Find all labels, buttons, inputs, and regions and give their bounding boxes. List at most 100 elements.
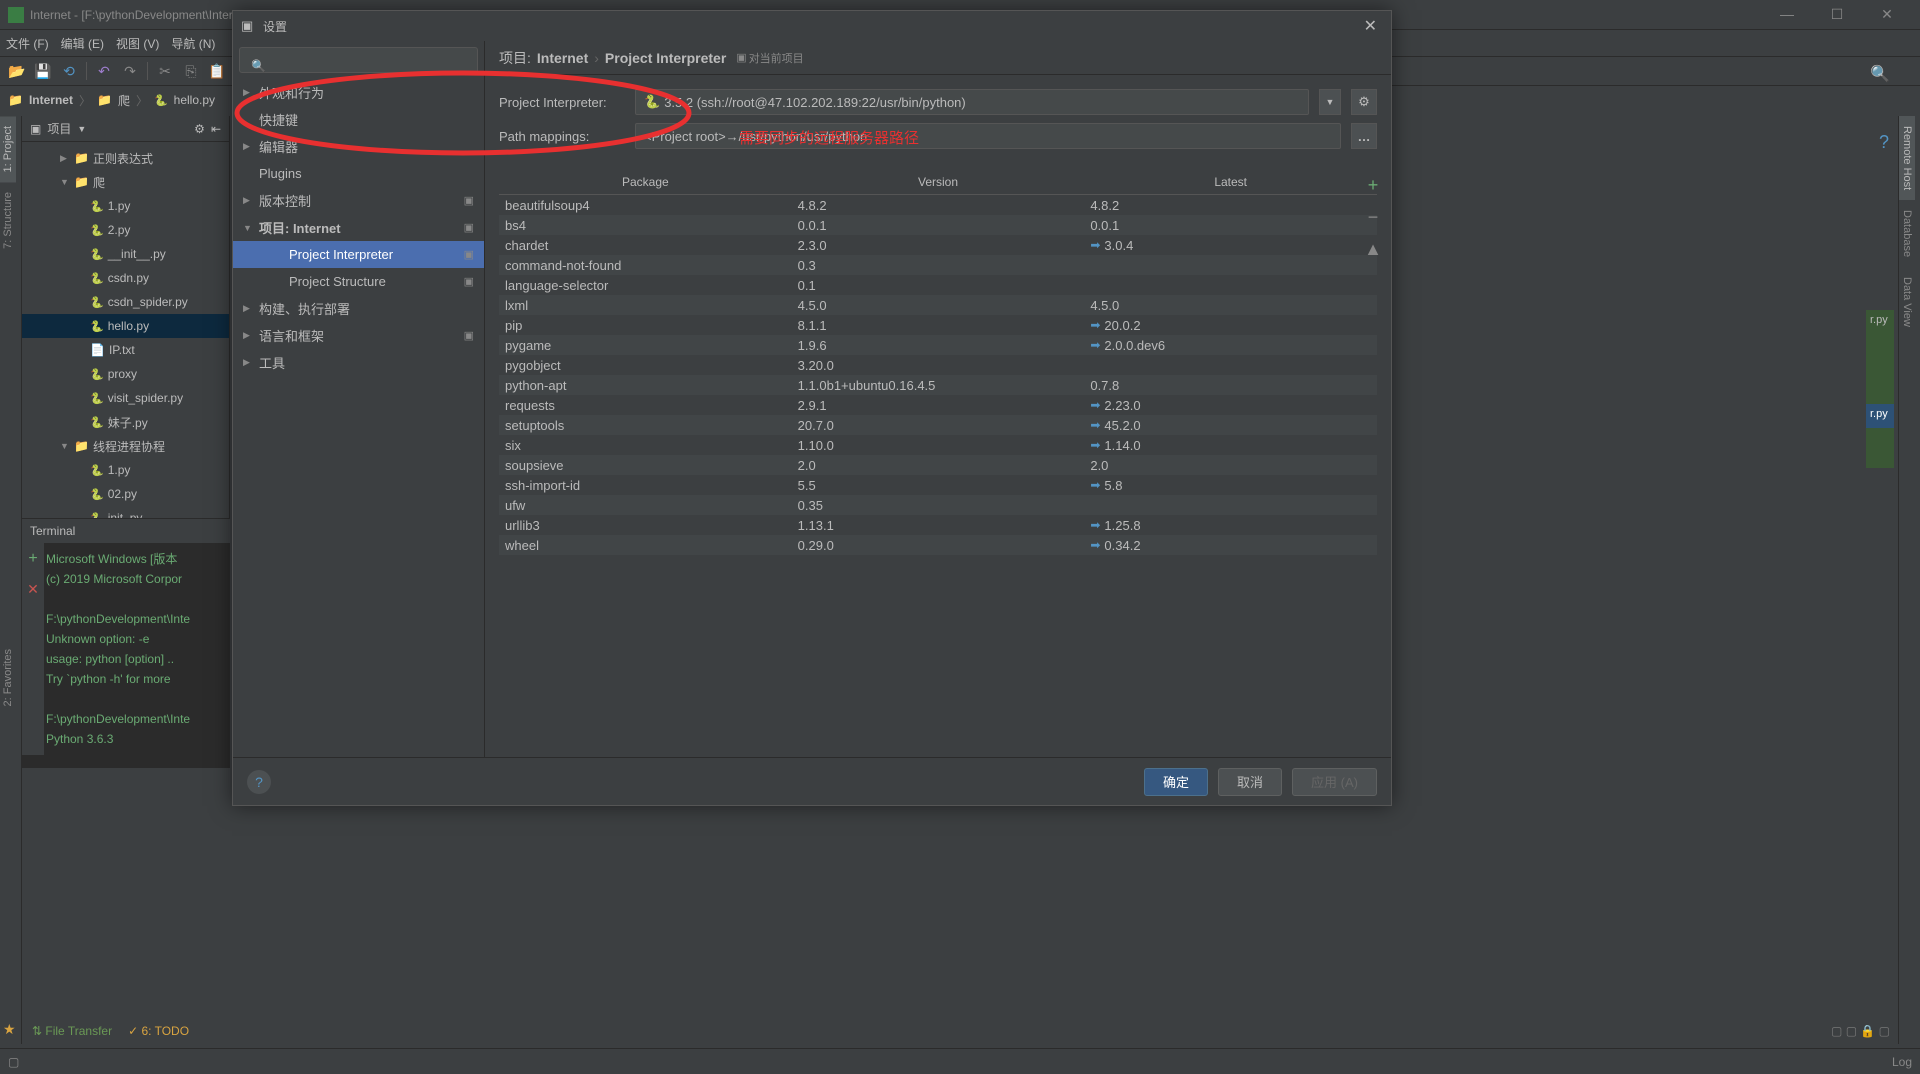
chevron-down-icon[interactable]: ▼: [77, 124, 86, 134]
settings-tree-item[interactable]: 快捷键: [233, 106, 484, 133]
package-row[interactable]: chardet2.3.0➡ 3.0.4: [499, 235, 1377, 255]
gear-icon[interactable]: ⚙: [194, 122, 205, 136]
package-row[interactable]: lxml4.5.04.5.0: [499, 295, 1377, 315]
terminal-body[interactable]: + ✕ Microsoft Windows [版本(c) 2019 Micros…: [22, 543, 230, 755]
tab-favorites[interactable]: 2: Favorites: [0, 639, 16, 716]
tree-node[interactable]: 🐍02.py: [22, 482, 229, 506]
settings-tree-item[interactable]: Plugins: [233, 160, 484, 187]
settings-tree-item[interactable]: Project Structure▣: [233, 268, 484, 295]
settings-tree-item[interactable]: ▶语言和框架▣: [233, 322, 484, 349]
package-row[interactable]: pygobject3.20.0: [499, 355, 1377, 375]
refresh-icon[interactable]: ⟲: [60, 62, 78, 80]
col-version[interactable]: Version: [792, 171, 1085, 195]
package-row[interactable]: bs40.0.10.0.1: [499, 215, 1377, 235]
redo-icon[interactable]: ↷: [121, 62, 139, 80]
package-row[interactable]: urllib31.13.1➡ 1.25.8: [499, 515, 1377, 535]
package-row[interactable]: python-apt1.1.0b1+ubuntu0.16.4.50.7.8: [499, 375, 1377, 395]
file-transfer-button[interactable]: ⇅ File Transfer: [32, 1024, 112, 1038]
tree-node[interactable]: 🐍hello.py: [22, 314, 229, 338]
paste-icon[interactable]: 📋: [208, 62, 226, 80]
settings-search-input[interactable]: [239, 47, 478, 73]
open-icon[interactable]: 📂: [8, 62, 26, 80]
cut-icon[interactable]: ✂: [156, 62, 174, 80]
collapse-icon[interactable]: ⇤: [211, 122, 221, 136]
tab-project[interactable]: 1: Project: [0, 116, 16, 182]
ok-button[interactable]: 确定: [1144, 768, 1208, 796]
remote-file-item[interactable]: r.py: [1866, 310, 1894, 334]
package-row[interactable]: wheel0.29.0➡ 0.34.2: [499, 535, 1377, 555]
menu-navigate[interactable]: 导航 (N): [171, 35, 215, 52]
package-row[interactable]: six1.10.0➡ 1.14.0: [499, 435, 1377, 455]
statusbar-toggle-icon[interactable]: ▢: [8, 1055, 19, 1069]
tab-remote-host[interactable]: Remote Host: [1899, 116, 1915, 200]
settings-tree-item[interactable]: ▼项目: Internet▣: [233, 214, 484, 241]
tree-node[interactable]: 🐍1.py: [22, 458, 229, 482]
copy-icon[interactable]: ⎘: [182, 62, 200, 80]
interpreter-dropdown-arrow[interactable]: ▼: [1319, 89, 1341, 115]
tree-node[interactable]: 🐍proxy: [22, 362, 229, 386]
add-package-button[interactable]: +: [1363, 175, 1383, 195]
remote-help-icon[interactable]: ?: [1870, 116, 1898, 153]
tree-node[interactable]: 🐍__init__.py: [22, 242, 229, 266]
path-mappings-field[interactable]: <Project root>→/usr/python/usr/python: [635, 123, 1341, 149]
tree-node[interactable]: 🐍妹子.py: [22, 410, 229, 434]
settings-tree-item[interactable]: ▶工具: [233, 349, 484, 376]
settings-tree-item[interactable]: ▶编辑器: [233, 133, 484, 160]
minimize-button[interactable]: —: [1772, 6, 1802, 23]
menu-view[interactable]: 视图 (V): [116, 35, 159, 52]
col-package[interactable]: Package: [499, 171, 792, 195]
tab-database[interactable]: Database: [1899, 200, 1915, 267]
menu-edit[interactable]: 编辑 (E): [61, 35, 104, 52]
package-row[interactable]: command-not-found0.3: [499, 255, 1377, 275]
interpreter-settings-gear[interactable]: ⚙: [1351, 89, 1377, 115]
settings-tree-item[interactable]: Project Interpreter▣: [233, 241, 484, 268]
search-icon[interactable]: 🔍: [1870, 64, 1890, 84]
breadcrumb-folder[interactable]: 爬: [118, 92, 130, 109]
package-row[interactable]: requests2.9.1➡ 2.23.0: [499, 395, 1377, 415]
todo-button[interactable]: ✓ 6: TODO: [128, 1024, 189, 1038]
terminal-add-icon[interactable]: +: [28, 549, 37, 569]
upgrade-package-button[interactable]: ▲: [1363, 239, 1383, 259]
tree-node[interactable]: 🐍visit_spider.py: [22, 386, 229, 410]
help-button[interactable]: ?: [247, 770, 271, 794]
cancel-button[interactable]: 取消: [1218, 768, 1282, 796]
tab-structure[interactable]: 7: Structure: [0, 182, 16, 259]
package-row[interactable]: soupsieve2.02.0: [499, 455, 1377, 475]
remove-package-button[interactable]: −: [1363, 207, 1383, 227]
package-row[interactable]: beautifulsoup44.8.24.8.2: [499, 195, 1377, 215]
package-row[interactable]: language-selector0.1: [499, 275, 1377, 295]
col-latest[interactable]: Latest: [1084, 171, 1377, 195]
breadcrumb-file[interactable]: hello.py: [174, 93, 215, 107]
tree-node[interactable]: ▶📁正则表达式: [22, 146, 229, 170]
tree-node[interactable]: 📄IP.txt: [22, 338, 229, 362]
package-row[interactable]: pip8.1.1➡ 20.0.2: [499, 315, 1377, 335]
close-button[interactable]: ✕: [1872, 6, 1902, 23]
undo-icon[interactable]: ↶: [95, 62, 113, 80]
apply-button[interactable]: 应用 (A): [1292, 768, 1377, 796]
tree-node[interactable]: 🐍2.py: [22, 218, 229, 242]
package-row[interactable]: ssh-import-id5.5➡ 5.8: [499, 475, 1377, 495]
interpreter-dropdown[interactable]: 🐍 3.5.2 (ssh://root@47.102.202.189:22/us…: [635, 89, 1309, 115]
tree-node[interactable]: 🐍1.py: [22, 194, 229, 218]
path-mappings-browse-button[interactable]: …: [1351, 123, 1377, 149]
package-row[interactable]: pygame1.9.6➡ 2.0.0.dev6: [499, 335, 1377, 355]
tree-node[interactable]: 🐍csdn_spider.py: [22, 290, 229, 314]
settings-tree-item[interactable]: ▶外观和行为: [233, 79, 484, 106]
terminal-close-icon[interactable]: ✕: [27, 579, 39, 599]
remote-file-item[interactable]: r.py: [1866, 404, 1894, 428]
tree-node[interactable]: 🐍csdn.py: [22, 266, 229, 290]
menu-file[interactable]: 文件 (F): [6, 35, 49, 52]
statusbar-log[interactable]: Log: [1892, 1055, 1912, 1069]
tab-data-view[interactable]: Data View: [1899, 267, 1915, 337]
tree-node[interactable]: ▼📁线程进程协程: [22, 434, 229, 458]
maximize-button[interactable]: ☐: [1822, 6, 1852, 23]
settings-tree-item[interactable]: ▶构建、执行部署: [233, 295, 484, 322]
package-row[interactable]: ufw0.35: [499, 495, 1377, 515]
project-tree[interactable]: ▶📁正则表达式▼📁爬🐍1.py🐍2.py🐍__init__.py🐍csdn.py…: [22, 142, 229, 518]
tree-node[interactable]: 🐍init .py: [22, 506, 229, 518]
save-icon[interactable]: 💾: [34, 62, 52, 80]
tree-node[interactable]: ▼📁爬: [22, 170, 229, 194]
breadcrumb-project[interactable]: Internet: [29, 93, 73, 107]
settings-tree-item[interactable]: ▶版本控制▣: [233, 187, 484, 214]
package-row[interactable]: setuptools20.7.0➡ 45.2.0: [499, 415, 1377, 435]
